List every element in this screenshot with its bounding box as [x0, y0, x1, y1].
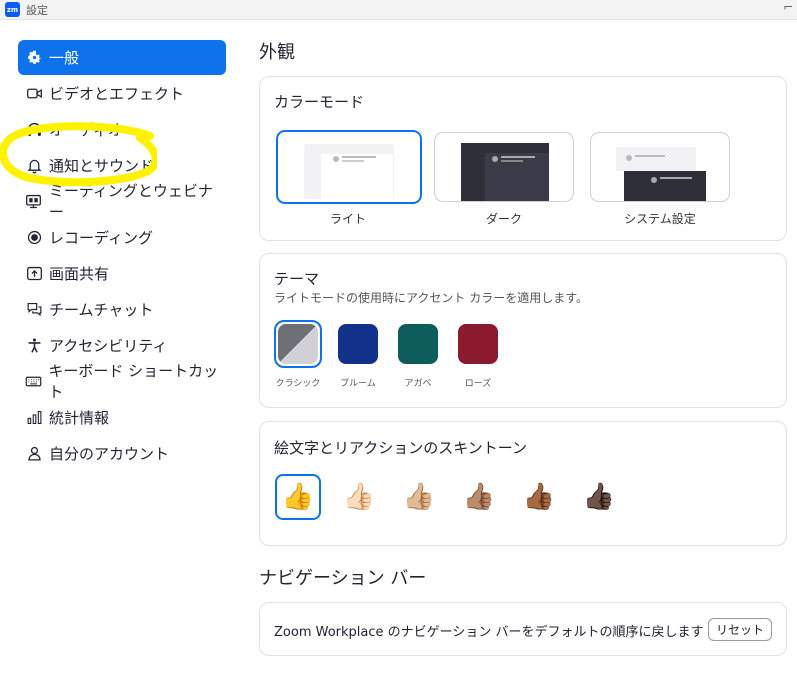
skin-tone-card: 絵文字とリアクションのスキントーン 👍 👍🏻 👍🏼 👍🏽 👍🏾 👍🏿 — [259, 421, 787, 546]
window-titlebar: zm 設定 ⌐ — [0, 0, 797, 20]
close-icon[interactable]: ⌐ — [783, 0, 793, 14]
sidebar-item-label: オーディオ — [49, 120, 123, 139]
sidebar-item-video[interactable]: ビデオとエフェクト — [18, 75, 226, 111]
theme-rose-label: ローズ — [464, 379, 492, 389]
theme-title: テーマ — [274, 270, 320, 288]
color-mode-system-label: システム設定 — [624, 212, 696, 226]
navigation-bar-description: Zoom Workplace のナビゲーション バーをデフォルトの順序に戻します — [274, 625, 704, 640]
bell-icon — [25, 156, 43, 174]
theme-card: テーマ ライトモードの使用時にアクセント カラーを適用します。 クラシック ブル… — [259, 253, 787, 408]
sidebar-item-label: ビデオとエフェクト — [49, 84, 185, 103]
theme-bloom-label: ブルーム — [340, 379, 376, 389]
skin-tone-light-option[interactable]: 👍🏻 — [336, 474, 382, 520]
sidebar-item-label: 一般 — [49, 49, 80, 67]
account-icon — [25, 444, 43, 462]
sidebar-item-team-chat[interactable]: チームチャット — [18, 291, 226, 327]
reset-button[interactable]: リセット — [707, 618, 772, 641]
keyboard-icon — [25, 372, 42, 390]
sidebar-item-label: 統計情報 — [49, 408, 110, 427]
sidebar-item-audio[interactable]: オーディオ — [18, 111, 226, 147]
color-mode-light-option[interactable] — [276, 130, 422, 204]
gear-icon — [25, 49, 43, 67]
theme-rose-option[interactable] — [458, 324, 498, 364]
color-mode-light-label: ライト — [329, 212, 366, 226]
color-mode-card: カラーモード ライト ダーク システム設定 — [259, 76, 787, 241]
sidebar-item-label: レコーディング — [49, 228, 153, 247]
theme-agave-option[interactable] — [398, 324, 438, 364]
sidebar-item-general[interactable]: 一般 — [18, 40, 226, 75]
theme-agave-label: アガベ — [404, 379, 432, 389]
sidebar-item-recording[interactable]: レコーディング — [18, 219, 226, 255]
sidebar-item-label: アクセシビリティ — [49, 336, 168, 355]
skin-tone-default-option[interactable]: 👍 — [275, 474, 321, 520]
chat-icon — [25, 300, 43, 318]
sidebar-item-meetings[interactable]: ミーティングとウェビナー — [18, 182, 226, 221]
skin-tone-dark-option[interactable]: 👍🏿 — [576, 474, 622, 520]
sidebar-item-keyboard-shortcuts[interactable]: キーボード ショートカット — [18, 362, 226, 401]
color-mode-title: カラーモード — [274, 93, 365, 111]
theme-subtitle: ライトモードの使用時にアクセント カラーを適用します。 — [274, 291, 589, 305]
color-mode-system-option[interactable] — [590, 132, 730, 202]
theme-bloom-option[interactable] — [338, 324, 378, 364]
navigation-bar-card: Zoom Workplace のナビゲーション バーをデフォルトの順序に戻します… — [259, 602, 787, 656]
video-icon — [25, 84, 43, 102]
skin-tone-medium-dark-option[interactable]: 👍🏾 — [516, 474, 562, 520]
statistics-icon — [25, 408, 43, 426]
sidebar-item-label: キーボード ショートカット — [48, 362, 219, 401]
theme-classic-label: クラシック — [275, 379, 321, 389]
settings-sidebar: 一般 ビデオとエフェクト オーディオ 通知とサウンド ミーティングとウェビナー … — [18, 40, 226, 471]
sidebar-item-label: ミーティングとウェビナー — [48, 182, 213, 221]
window-title: 設定 — [26, 3, 48, 17]
sidebar-item-label: チームチャット — [49, 300, 154, 319]
headphones-icon — [25, 120, 43, 138]
navigation-bar-title: ナビゲーション バー — [259, 568, 427, 589]
sidebar-item-label: 自分のアカウント — [49, 444, 170, 463]
share-screen-icon — [25, 264, 43, 282]
color-mode-dark-option[interactable] — [434, 132, 574, 202]
theme-classic-option[interactable] — [274, 320, 322, 368]
color-mode-dark-label: ダーク — [485, 212, 522, 226]
skin-tone-medium-light-option[interactable]: 👍🏼 — [396, 474, 442, 520]
meeting-icon — [25, 192, 43, 210]
sidebar-item-notifications[interactable]: 通知とサウンド — [18, 147, 226, 183]
skin-tone-title: 絵文字とリアクションのスキントーン — [274, 439, 528, 457]
record-icon — [25, 228, 43, 246]
sidebar-item-account[interactable]: 自分のアカウント — [18, 435, 226, 471]
accessibility-icon — [25, 336, 43, 354]
zoom-logo-icon: zm — [5, 2, 20, 17]
sidebar-item-label: 画面共有 — [49, 264, 110, 283]
sidebar-item-screen-share[interactable]: 画面共有 — [18, 255, 226, 291]
skin-tone-medium-option[interactable]: 👍🏽 — [456, 474, 502, 520]
sidebar-item-accessibility[interactable]: アクセシビリティ — [18, 327, 226, 363]
appearance-title: 外観 — [259, 42, 295, 63]
sidebar-item-label: 通知とサウンド — [49, 156, 155, 175]
sidebar-item-statistics[interactable]: 統計情報 — [18, 399, 226, 435]
theme-classic-swatch — [278, 324, 318, 364]
